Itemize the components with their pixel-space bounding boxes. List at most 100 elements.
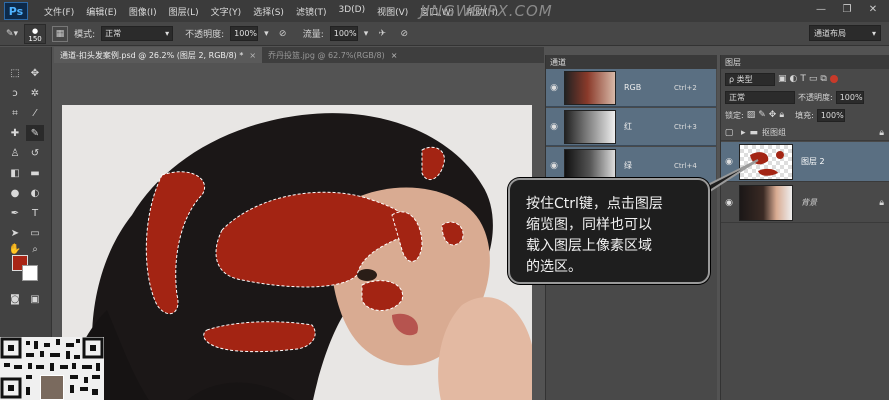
channels-panel-title[interactable]: 通道 [546, 55, 717, 69]
lock-icon: 🔒︎ [879, 197, 884, 208]
brush-panel-toggle-icon[interactable]: ▦ [52, 25, 69, 42]
path-select-tool-icon[interactable]: ➤ [6, 225, 24, 241]
tab-document-inactive[interactable]: 乔丹投篮.jpg @ 62.7%(RGB/8) × [262, 47, 403, 63]
restore-button[interactable]: ❐ [837, 3, 857, 17]
menu-layer[interactable]: 图层(L) [163, 5, 205, 18]
filter-smart-icon[interactable]: ⧉ [820, 74, 826, 84]
filter-pixel-icon[interactable]: ▣ [778, 74, 787, 84]
fill-input[interactable]: 100% [816, 108, 845, 122]
layers-panel-title[interactable]: 图层 [721, 55, 889, 69]
eyedropper-tool-icon[interactable]: ⁄ [26, 105, 44, 121]
channel-thumbnail [564, 109, 616, 144]
chevron-down-icon: ▾ [165, 29, 170, 38]
eye-icon[interactable]: ▢ [721, 128, 737, 138]
eye-icon[interactable]: ◉ [546, 122, 562, 132]
lasso-tool-icon[interactable]: ↄ [6, 85, 24, 101]
close-window-button[interactable]: ✕ [863, 3, 883, 17]
channel-row-red[interactable]: ◉ 红 Ctrl+3 [546, 108, 716, 146]
airbrush-icon[interactable]: ✈ [374, 26, 390, 42]
workspace-select[interactable]: 通道布局 ▾ [809, 25, 881, 41]
lock-position-icon[interactable]: ✥ [769, 110, 777, 120]
menu-bar: Ps 文件(F) 编辑(E) 图像(I) 图层(L) 文字(Y) 选择(S) 滤… [0, 0, 889, 22]
lock-pixels-icon[interactable]: ▨ [747, 110, 756, 120]
expand-arrow-icon[interactable]: ▸ [741, 128, 746, 138]
layer-group-row[interactable]: ▢ ▸ ▬ 抠图组 🔒︎ [721, 125, 889, 141]
layer-opacity-label: 不透明度: [798, 92, 833, 102]
window-controls: — ❐ ✕ [811, 3, 883, 17]
screen-mode-icon[interactable]: ▣ [26, 291, 44, 307]
lock-all-icon[interactable]: 🔒︎ [779, 110, 784, 120]
gradient-tool-icon[interactable]: ▬ [26, 165, 44, 181]
menu-select[interactable]: 选择(S) [247, 5, 290, 18]
channel-shortcut: Ctrl+3 [674, 122, 697, 131]
marquee-tool-icon[interactable]: ⬚ [6, 65, 24, 81]
callout-line: 缩览图，同样也可以 [526, 217, 652, 233]
move-tool-icon[interactable]: ✥ [26, 65, 44, 81]
mode-select[interactable]: 正常 ▾ [101, 26, 174, 41]
healing-tool-icon[interactable]: ✚ [6, 125, 24, 141]
opacity-value: 100% [234, 29, 258, 38]
layer-opacity-input[interactable]: 100% [835, 90, 864, 104]
eye-icon[interactable]: ◉ [721, 198, 737, 208]
crop-tool-icon[interactable]: ⌗ [6, 105, 24, 121]
type-tool-icon[interactable]: T [26, 205, 44, 221]
eye-icon[interactable]: ◉ [546, 161, 562, 171]
flow-value: 100% [333, 29, 357, 38]
quick-mask-icon[interactable]: ◙ [6, 291, 24, 307]
blend-mode-value: 正常 [729, 92, 745, 102]
menu-view[interactable]: 视图(V) [371, 5, 414, 18]
mode-label: 模式: [74, 30, 96, 40]
options-bar: ✎▾ ● 150 ▦ 模式: 正常 ▾ 不透明度: 100% ▾ ⊘ 流量: 1… [0, 22, 889, 46]
lock-paint-icon[interactable]: ✎ [758, 110, 766, 120]
chevron-down-icon[interactable]: ▾ [364, 29, 369, 39]
zoom-tool-icon[interactable]: ⌕ [26, 241, 44, 257]
eye-left [357, 269, 377, 281]
pen-tool-icon[interactable]: ✒ [6, 205, 24, 221]
document-canvas[interactable] [62, 105, 532, 400]
opacity-input[interactable]: 100% [230, 26, 259, 41]
shape-tool-icon[interactable]: ▭ [26, 225, 44, 241]
chevron-down-icon[interactable]: ▾ [264, 29, 269, 39]
history-brush-tool-icon[interactable]: ↺ [26, 145, 44, 161]
background-color-swatch[interactable] [22, 265, 38, 281]
filter-toggle-icon[interactable] [829, 75, 838, 83]
layer-opacity-value: 100% [839, 92, 863, 102]
flow-input[interactable]: 100% [329, 26, 358, 41]
minimize-button[interactable]: — [811, 3, 831, 17]
photoshop-logo: Ps [4, 2, 28, 20]
menu-type[interactable]: 文字(Y) [205, 5, 248, 18]
eraser-tool-icon[interactable]: ◧ [6, 165, 24, 181]
menu-image[interactable]: 图像(I) [123, 5, 163, 18]
qr-finder-center [8, 345, 14, 351]
menu-file[interactable]: 文件(F) [38, 5, 80, 18]
menu-edit[interactable]: 编辑(E) [80, 5, 123, 18]
tab-document-active[interactable]: 通道-扣头发案例.psd @ 26.2% (图层 2, RGB/8) * × [54, 47, 263, 63]
dodge-tool-icon[interactable]: ◐ [26, 185, 44, 201]
eye-icon[interactable]: ◉ [546, 83, 562, 93]
filter-type-icon[interactable]: T [800, 74, 806, 84]
channel-row-rgb[interactable]: ◉ RGB Ctrl+2 [546, 69, 716, 107]
channel-shortcut: Ctrl+4 [674, 161, 697, 170]
menu-filter[interactable]: 滤镜(T) [290, 5, 333, 18]
brush-tool-icon[interactable]: ✎ [26, 125, 44, 141]
close-icon[interactable]: × [391, 51, 398, 60]
channel-thumbnail [564, 70, 616, 105]
quick-select-tool-icon[interactable]: ✲ [26, 85, 44, 101]
menu-3d[interactable]: 3D(D) [332, 5, 371, 18]
pressure-size-icon[interactable]: ⊘ [396, 26, 412, 42]
qr-finder-center [90, 345, 96, 351]
filter-shape-icon[interactable]: ▭ [809, 74, 818, 84]
stamp-tool-icon[interactable]: ♙ [6, 145, 24, 161]
filter-adjust-icon[interactable]: ◐ [790, 74, 798, 84]
pressure-opacity-icon[interactable]: ⊘ [275, 26, 291, 42]
callout-line: 按住Ctrl键，点击图层 [526, 196, 663, 212]
brush-preset-picker[interactable]: ● 150 [24, 23, 47, 44]
layer-filter-select[interactable]: ρ 类型 [725, 72, 775, 86]
close-icon[interactable]: × [249, 51, 256, 60]
brush-tool-icon[interactable]: ✎▾ [6, 29, 18, 39]
layer-name: 图层 2 [801, 157, 825, 166]
blend-mode-select[interactable]: 正常 [725, 90, 795, 104]
channel-shortcut: Ctrl+2 [674, 83, 697, 92]
workspace-value: 通道布局 [814, 28, 846, 38]
blur-tool-icon[interactable]: ● [6, 185, 24, 201]
